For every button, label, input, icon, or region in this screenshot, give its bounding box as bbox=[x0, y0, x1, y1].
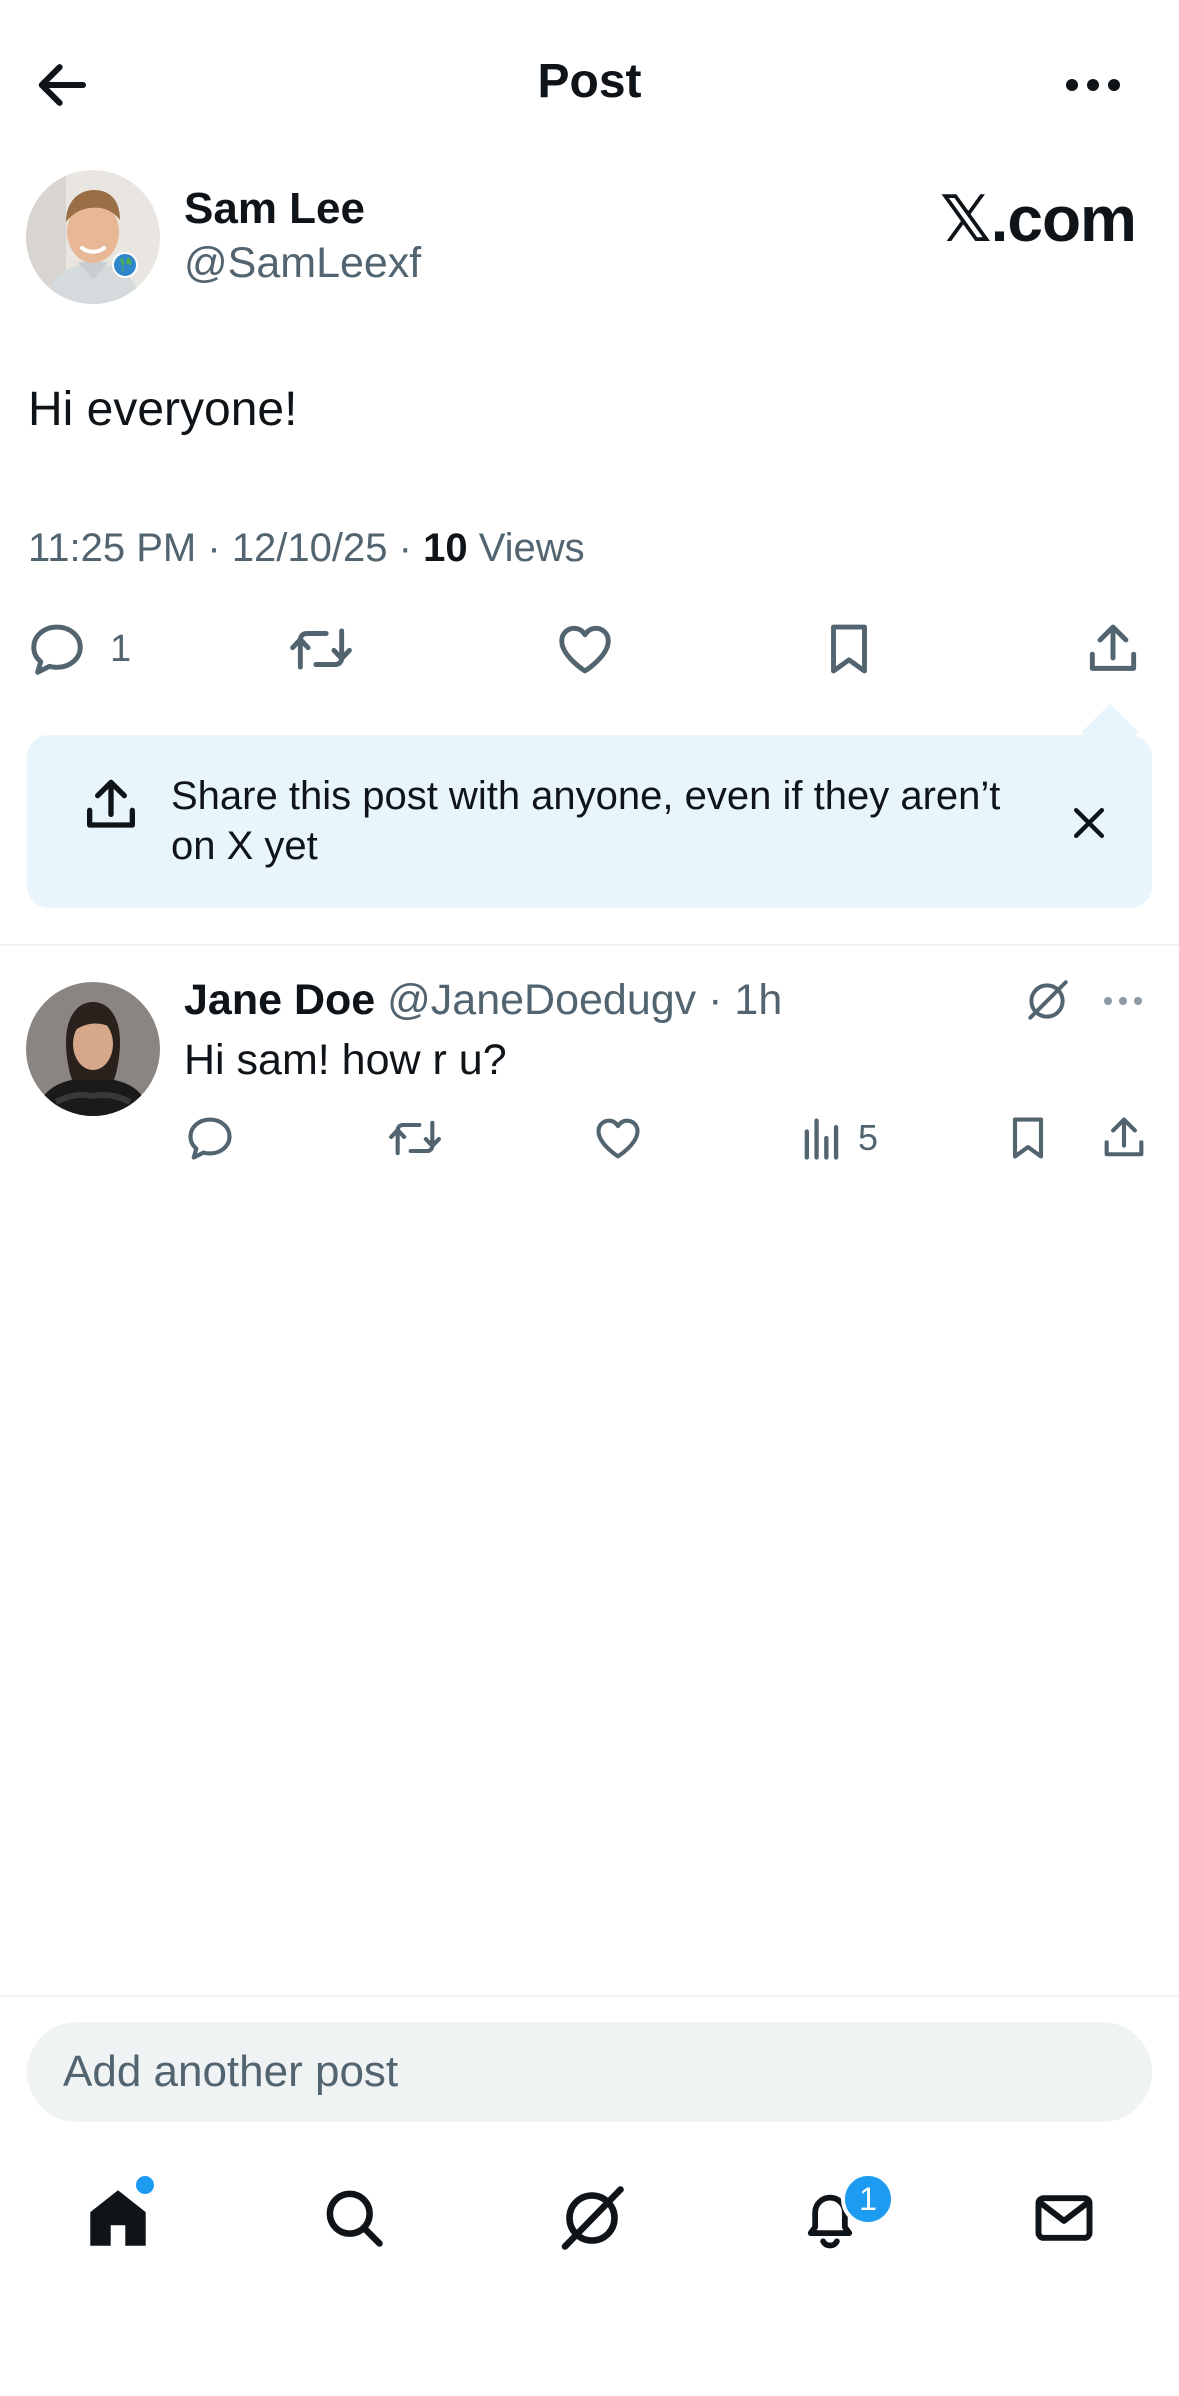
post-date: 12/10/25 bbox=[231, 526, 388, 570]
reply-header: Jane Doe @JaneDoedugv · 1h bbox=[184, 976, 783, 1024]
reply-text: Hi sam! how r u? bbox=[184, 1036, 507, 1084]
share-icon bbox=[87, 779, 135, 828]
grok-button[interactable] bbox=[1022, 976, 1072, 1026]
share-button[interactable] bbox=[1082, 618, 1144, 680]
avatar-photo bbox=[26, 982, 160, 1116]
repost-button[interactable] bbox=[286, 618, 356, 680]
post-time: 11:25 PM bbox=[28, 526, 197, 570]
nav-search[interactable] bbox=[314, 2178, 394, 2258]
more-options-button[interactable] bbox=[1058, 60, 1128, 110]
like-button[interactable] bbox=[554, 618, 616, 680]
avatar-photo bbox=[26, 170, 160, 304]
home-unread-dot bbox=[136, 2176, 154, 2194]
views-count: 10 bbox=[423, 526, 468, 570]
nav-messages[interactable] bbox=[1024, 2178, 1104, 2258]
bookmark-button[interactable] bbox=[818, 618, 880, 680]
views-label: Views bbox=[478, 526, 585, 570]
more-icon bbox=[1104, 997, 1142, 1005]
bookmark-icon bbox=[1012, 1117, 1044, 1159]
reply-time: 1h bbox=[734, 976, 783, 1024]
search-icon bbox=[326, 2190, 383, 2247]
author-handle[interactable]: @SamLeexf bbox=[184, 237, 421, 289]
author-avatar[interactable] bbox=[26, 170, 160, 304]
reply-more-button[interactable] bbox=[1100, 986, 1146, 1016]
reply-repost-button[interactable] bbox=[386, 1112, 444, 1164]
close-tip-button[interactable] bbox=[1067, 801, 1111, 845]
heart-icon bbox=[596, 1118, 640, 1159]
reply-author-name[interactable]: Jane Doe bbox=[184, 976, 375, 1024]
composer-divider bbox=[0, 1995, 1179, 1997]
nav-grok[interactable] bbox=[552, 2178, 632, 2258]
reply-comment-button[interactable] bbox=[184, 1112, 236, 1164]
add-post-input[interactable] bbox=[27, 2022, 1152, 2122]
repost-icon bbox=[290, 628, 352, 670]
reply-author-handle[interactable]: @JaneDoedugv bbox=[387, 976, 696, 1024]
top-bar: Post bbox=[0, 0, 1179, 165]
reply-bookmark-button[interactable] bbox=[1002, 1112, 1054, 1164]
comment-icon bbox=[31, 624, 83, 675]
mail-icon bbox=[1035, 2195, 1093, 2241]
page-title: Post bbox=[537, 55, 642, 108]
bookmark-icon bbox=[831, 624, 867, 674]
heart-icon bbox=[559, 625, 611, 674]
author-name[interactable]: Sam Lee bbox=[184, 183, 365, 235]
close-icon bbox=[1073, 807, 1105, 839]
reply-share-button[interactable] bbox=[1098, 1112, 1150, 1164]
grok-icon bbox=[1028, 980, 1068, 1020]
analytics-icon bbox=[804, 1118, 839, 1160]
divider bbox=[0, 944, 1179, 946]
repost-icon bbox=[389, 1120, 441, 1156]
reply-button[interactable]: 1 bbox=[26, 618, 131, 680]
reply-avatar[interactable] bbox=[26, 982, 160, 1116]
reply-count: 1 bbox=[110, 627, 132, 670]
reply-like-button[interactable] bbox=[592, 1112, 644, 1164]
post-text: Hi everyone! bbox=[28, 383, 298, 436]
reply-views-count: 5 bbox=[858, 1117, 879, 1158]
comment-icon bbox=[188, 1117, 232, 1160]
post-meta: 11:25 PM · 12/10/25 · 10 Views bbox=[28, 526, 585, 570]
share-tip: Share this post with anyone, even if the… bbox=[27, 735, 1152, 908]
notifications-badge: 1 bbox=[841, 2172, 895, 2226]
globe-badge-icon bbox=[112, 252, 138, 278]
x-com-logo: 𝕏.com bbox=[940, 183, 1137, 255]
reply-views-button[interactable]: 5 bbox=[800, 1112, 878, 1164]
grok-icon bbox=[561, 2186, 624, 2250]
share-icon bbox=[1089, 624, 1137, 671]
share-tip-text: Share this post with anyone, even if the… bbox=[171, 774, 1001, 868]
more-icon bbox=[1066, 79, 1120, 91]
share-icon bbox=[1104, 1117, 1144, 1157]
